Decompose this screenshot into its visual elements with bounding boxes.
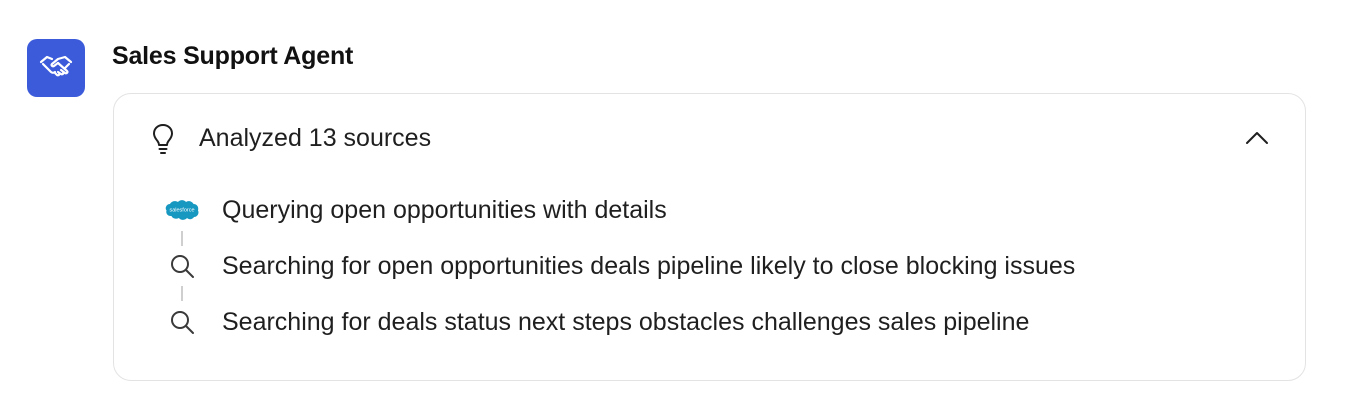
lightbulb-icon — [151, 122, 175, 156]
step-connector — [181, 286, 183, 301]
step-label: Searching for open opportunities deals p… — [222, 252, 1076, 280]
agent-name: Sales Support Agent — [112, 42, 354, 70]
svg-text:salesforce: salesforce — [169, 208, 194, 214]
sources-panel-header[interactable]: Analyzed 13 sources — [114, 94, 1305, 182]
chevron-up-icon[interactable] — [1243, 126, 1271, 150]
sources-panel: Analyzed 13 sources salesforce Querying … — [113, 93, 1306, 381]
salesforce-icon: salesforce — [164, 192, 200, 228]
step-label: Searching for deals status next steps ob… — [222, 308, 1030, 336]
agent-avatar — [27, 39, 85, 97]
handshake-icon — [39, 53, 73, 84]
step-label: Querying open opportunities with details — [222, 196, 667, 224]
search-icon — [164, 248, 200, 284]
search-icon — [164, 304, 200, 340]
step-connector — [181, 231, 183, 246]
sources-title: Analyzed 13 sources — [199, 124, 432, 152]
